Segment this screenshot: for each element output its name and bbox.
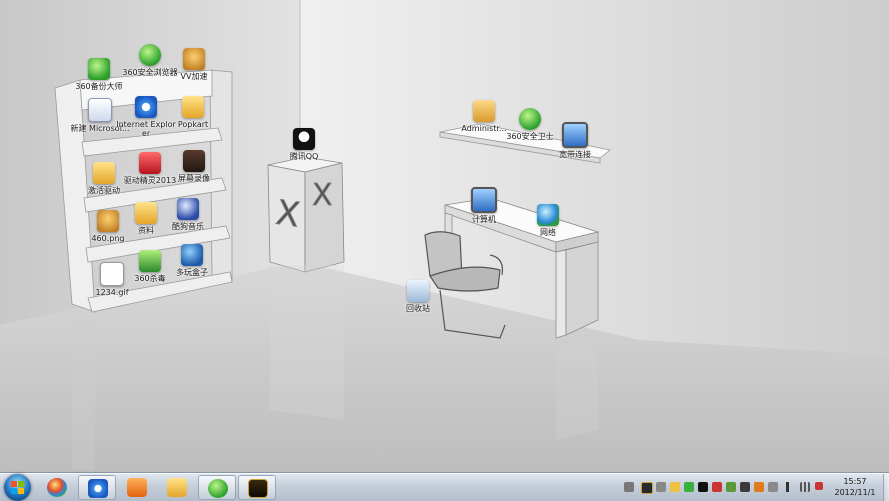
folder-icon: [182, 96, 204, 118]
desktop-icon-popkart[interactable]: Popkart: [161, 96, 225, 129]
league-icon: [248, 479, 268, 498]
desktop-icon-computer[interactable]: 计算机: [452, 187, 516, 224]
network-connection-icon: [562, 122, 588, 148]
folder-icon: [93, 162, 115, 184]
shield-green-icon: [139, 250, 161, 272]
desktop-icon-qq[interactable]: 腾讯QQ: [272, 128, 336, 161]
taskbar-pinned-apps[interactable]: [38, 475, 76, 500]
windows-logo-icon: [11, 481, 24, 494]
qq-penguin-icon: [293, 128, 315, 150]
music-icon: [177, 198, 199, 220]
signal-icon[interactable]: [800, 482, 810, 492]
flag-alert-icon[interactable]: [815, 482, 823, 490]
browser-green-icon: [139, 44, 161, 66]
computer-icon: [471, 187, 497, 213]
show-desktop-button[interactable]: [883, 474, 889, 501]
desktop-icon-kugou[interactable]: 酷狗音乐: [156, 198, 220, 231]
guard-icon: [519, 108, 541, 130]
browser360-icon: [208, 479, 228, 498]
bear-icon: [183, 48, 205, 70]
user-folder-icon: [473, 100, 495, 122]
desktop-icon-vv[interactable]: VV加速: [162, 48, 226, 81]
ie-icon: [135, 96, 157, 118]
game-icon: [181, 244, 203, 266]
media-player-icon: [127, 478, 147, 497]
desktop-icon-network[interactable]: 网络: [516, 204, 580, 237]
taskbar-media-player[interactable]: [118, 475, 156, 500]
taskbar-explorer[interactable]: [158, 475, 196, 500]
cabinet: X X: [267, 156, 345, 273]
desktop: X X 360备份大师 360安全浏览器 VV加速 新建 Microsof...…: [0, 0, 889, 473]
clock-time: 15:57: [843, 477, 867, 486]
shield-tray-icon[interactable]: [684, 482, 694, 492]
sun-icon[interactable]: [670, 482, 680, 492]
monitor-tray-icon[interactable]: [768, 482, 778, 492]
clock[interactable]: 15:57 2012/11/1: [827, 476, 883, 498]
desktop-icon-duowan[interactable]: 多玩盒子: [160, 244, 224, 277]
svg-text:X: X: [312, 178, 333, 213]
word-doc-icon: [88, 98, 112, 122]
battery-icon[interactable]: [726, 482, 736, 492]
app-dark-icon: [183, 150, 205, 172]
app-tray-icon[interactable]: [740, 482, 750, 492]
orange-tray-icon[interactable]: [754, 482, 764, 492]
league-tray-icon[interactable]: [641, 482, 653, 494]
desktop-icon-broadband[interactable]: 宽带连接: [543, 122, 607, 159]
desktop-icon-screen-record[interactable]: 屏幕录像: [162, 150, 226, 183]
apps-icon: [47, 478, 67, 497]
app-red-icon: [139, 152, 161, 174]
edit-icon[interactable]: [656, 482, 666, 492]
taskbar-360-browser[interactable]: [198, 475, 236, 500]
desktop-icon-recycle-bin[interactable]: 回收站: [386, 280, 450, 313]
folder-icon: [135, 202, 157, 224]
folder-icon: [167, 478, 187, 497]
volume-icon[interactable]: [786, 482, 795, 492]
clock-date: 2012/11/1: [834, 488, 876, 497]
shield-green-icon: [88, 58, 110, 80]
globe-icon: [537, 204, 559, 226]
penguin-tray-icon[interactable]: [698, 482, 708, 492]
ie-icon: [88, 479, 108, 498]
taskbar: 15:57 2012/11/1: [0, 473, 889, 501]
recycle-bin-icon: [407, 280, 429, 302]
keyboard-icon[interactable]: [624, 482, 634, 492]
speaker-red-icon[interactable]: [712, 482, 722, 492]
taskbar-ie[interactable]: [78, 475, 116, 500]
taskbar-league[interactable]: [238, 475, 276, 500]
start-button[interactable]: [4, 474, 31, 501]
